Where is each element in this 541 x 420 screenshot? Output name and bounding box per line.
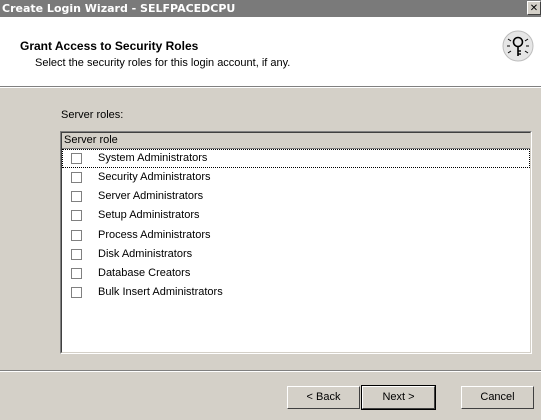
role-row-system-administrators[interactable]: System Administrators [62,149,530,168]
page-title: Grant Access to Security Roles [20,39,199,53]
role-label: System Administrators [98,152,208,164]
next-button[interactable]: Next > [361,385,436,410]
role-checkbox[interactable] [71,268,82,279]
role-row-setup-administrators[interactable]: Setup Administrators [62,206,530,225]
role-checkbox[interactable] [71,153,82,164]
role-row-security-administrators[interactable]: Security Administrators [62,168,530,187]
back-button[interactable]: < Back [287,386,360,409]
role-checkbox[interactable] [71,230,82,241]
role-row-server-administrators[interactable]: Server Administrators [62,187,530,206]
role-row-bulk-insert-administrators[interactable]: Bulk Insert Administrators [62,283,530,302]
role-row-disk-administrators[interactable]: Disk Administrators [62,245,530,264]
role-checkbox[interactable] [71,287,82,298]
role-label: Process Administrators [98,229,211,241]
server-roles-label: Server roles: [61,109,124,121]
role-label: Database Creators [98,267,191,279]
role-checkbox[interactable] [71,172,82,183]
role-row-database-creators[interactable]: Database Creators [62,264,530,283]
role-label: Setup Administrators [98,209,200,221]
wizard-header: Grant Access to Security Roles Select th… [0,17,541,87]
column-header-server-role[interactable]: Server role [62,133,530,149]
close-icon[interactable]: ✕ [527,1,541,15]
role-checkbox[interactable] [71,191,82,202]
server-roles-list-frame: Server role System Administrators Securi… [61,132,531,353]
role-label: Bulk Insert Administrators [98,286,223,298]
role-checkbox[interactable] [71,210,82,221]
title-bar: Create Login Wizard - SELFPACEDCPU ✕ [0,0,541,17]
page-subtitle: Select the security roles for this login… [35,57,291,69]
role-label: Server Administrators [98,190,204,202]
server-roles-list[interactable]: Server role System Administrators Securi… [60,131,532,354]
role-checkbox[interactable] [71,249,82,260]
role-label: Disk Administrators [98,248,193,260]
role-row-process-administrators[interactable]: Process Administrators [62,226,530,245]
cancel-button[interactable]: Cancel [461,386,534,409]
footer-divider-highlight [0,371,541,372]
header-divider [0,87,541,88]
role-label: Security Administrators [98,171,211,183]
window-title: Create Login Wizard - SELFPACEDCPU [2,2,236,15]
wizard-key-icon [502,30,534,62]
